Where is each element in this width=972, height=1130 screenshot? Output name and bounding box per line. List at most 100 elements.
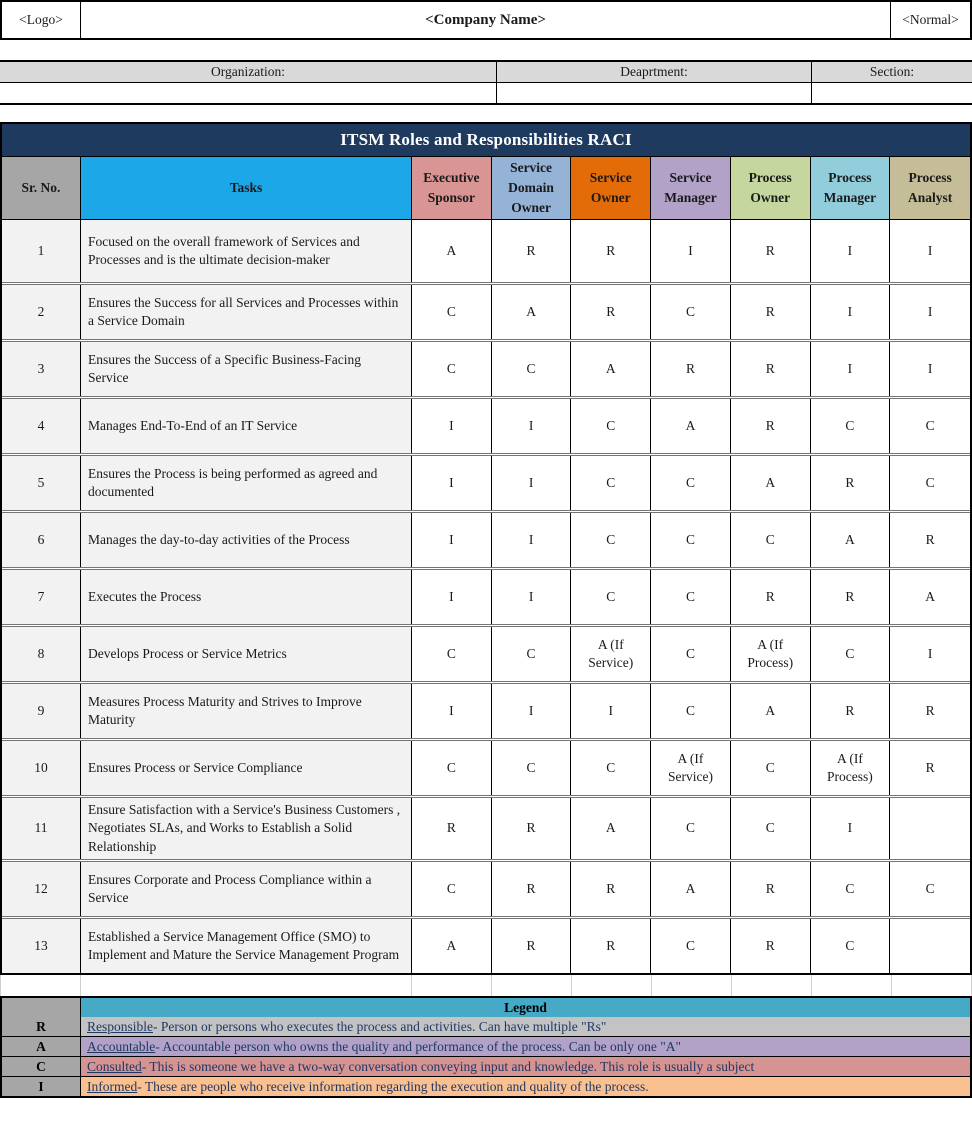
- raci-value: C: [571, 513, 651, 567]
- legend-header-row: Legend: [2, 998, 970, 1017]
- raci-value: A: [890, 570, 970, 624]
- task-description: Manages the day-to-day activities of the…: [81, 513, 412, 567]
- column-header-process-analyst: Process Analyst: [890, 157, 970, 219]
- raci-value: R: [811, 684, 891, 738]
- row-number: 12: [2, 862, 81, 916]
- task-description: Focused on the overall framework of Serv…: [81, 220, 412, 282]
- raci-value: I: [811, 798, 891, 859]
- raci-value: C: [890, 862, 970, 916]
- legend-title-cell: Legend: [81, 998, 970, 1017]
- raci-value: A: [571, 342, 651, 396]
- table-row: 8Develops Process or Service MetricsCCA …: [2, 624, 970, 681]
- raci-value: C: [651, 684, 731, 738]
- legend-table: Legend RResponsible - Person or persons …: [0, 996, 972, 1098]
- legend-text: - These are people who receive informati…: [137, 1079, 648, 1095]
- column-header-process-owner: Process Owner: [731, 157, 811, 219]
- raci-value: R: [731, 570, 811, 624]
- legend-letter: R: [2, 1017, 81, 1036]
- raci-value: A: [811, 513, 891, 567]
- column-header-service-manager: Service Manager: [651, 157, 731, 219]
- logo-placeholder: <Logo>: [2, 2, 81, 38]
- raci-value: I: [492, 684, 572, 738]
- section-value-field[interactable]: [812, 83, 972, 103]
- raci-value: I: [412, 513, 492, 567]
- raci-value: I: [492, 456, 572, 510]
- raci-value: C: [492, 342, 572, 396]
- legend-text: - This is someone we have a two-way conv…: [142, 1059, 755, 1075]
- raci-value: C: [651, 456, 731, 510]
- company-name: <Company Name>: [81, 2, 890, 38]
- table-row: 1Focused on the overall framework of Ser…: [2, 220, 970, 282]
- table-row: 3Ensures the Success of a Specific Busin…: [2, 339, 970, 396]
- task-description: Ensure Satisfaction with a Service's Bus…: [81, 798, 412, 859]
- raci-value: R: [811, 570, 891, 624]
- section-label: Section:: [812, 62, 972, 82]
- raci-value: A (If Service): [651, 741, 731, 795]
- column-header-sr-no-: Sr. No.: [2, 157, 81, 219]
- raci-value: C: [890, 399, 970, 453]
- spacer-cell: [812, 975, 892, 996]
- raci-value: I: [811, 285, 891, 339]
- spacer-cell: [492, 975, 572, 996]
- organization-value-field[interactable]: [0, 83, 497, 103]
- org-value-row: [0, 83, 972, 103]
- raci-value: I: [492, 399, 572, 453]
- matrix-body: 1Focused on the overall framework of Ser…: [2, 220, 970, 973]
- raci-value: R: [731, 919, 811, 973]
- spacer-cell: [81, 975, 412, 996]
- matrix-header-row: Sr. No.TasksExecutive SponsorService Dom…: [2, 157, 970, 220]
- raci-value: I: [492, 513, 572, 567]
- legend-letter: A: [2, 1037, 81, 1056]
- column-header-process-manager: Process Manager: [811, 157, 891, 219]
- raci-value: C: [651, 627, 731, 681]
- matrix-title-bar: ITSM Roles and Responsibilities RACI: [2, 124, 970, 157]
- raci-value: I: [412, 456, 492, 510]
- column-header-service-domain-owner: Service Domain Owner: [492, 157, 572, 219]
- raci-value: R: [890, 513, 970, 567]
- page-header: <Logo> <Company Name> <Normal>: [0, 0, 972, 40]
- spacer: [0, 105, 972, 122]
- raci-value: R: [412, 798, 492, 859]
- raci-value: C: [890, 456, 970, 510]
- legend-text: - Person or persons who executes the pro…: [153, 1019, 606, 1035]
- legend-title-spacer: [2, 998, 81, 1017]
- table-row: 9Measures Process Maturity and Strives t…: [2, 681, 970, 738]
- row-number: 2: [2, 285, 81, 339]
- raci-value: I: [412, 399, 492, 453]
- raci-value: C: [492, 741, 572, 795]
- legend-term: Accountable: [87, 1039, 155, 1055]
- row-number: 8: [2, 627, 81, 681]
- raci-value: R: [731, 342, 811, 396]
- raci-value: C: [571, 741, 651, 795]
- raci-value: C: [571, 570, 651, 624]
- row-number: 1: [2, 220, 81, 282]
- spacer: [0, 40, 972, 60]
- raci-value: R: [571, 220, 651, 282]
- table-row: 5Ensures the Process is being performed …: [2, 453, 970, 510]
- column-header-service-owner: Service Owner: [571, 157, 651, 219]
- raci-value: I: [412, 684, 492, 738]
- organization-label: Organization:: [0, 62, 497, 82]
- raci-value: R: [492, 862, 572, 916]
- org-label-row: Organization: Deaprtment: Section:: [0, 62, 972, 83]
- raci-value: R: [811, 456, 891, 510]
- raci-value: C: [412, 285, 492, 339]
- raci-value: A: [731, 684, 811, 738]
- spacer-cell: [892, 975, 972, 996]
- raci-value: I: [651, 220, 731, 282]
- table-row: 10Ensures Process or Service ComplianceC…: [2, 738, 970, 795]
- raci-value: R: [731, 220, 811, 282]
- raci-value: A: [651, 399, 731, 453]
- raci-value: C: [731, 741, 811, 795]
- legend-description: Accountable - Accountable person who own…: [81, 1037, 970, 1056]
- raci-value: I: [811, 220, 891, 282]
- raci-value: C: [651, 285, 731, 339]
- raci-value: C: [811, 399, 891, 453]
- raci-value: I: [890, 220, 970, 282]
- row-number: 13: [2, 919, 81, 973]
- department-value-field[interactable]: [497, 83, 812, 103]
- task-description: Ensures the Process is being performed a…: [81, 456, 412, 510]
- column-header-tasks: Tasks: [81, 157, 412, 219]
- spacer-cell: [572, 975, 652, 996]
- legend-text: - Accountable person who owns the qualit…: [155, 1039, 681, 1055]
